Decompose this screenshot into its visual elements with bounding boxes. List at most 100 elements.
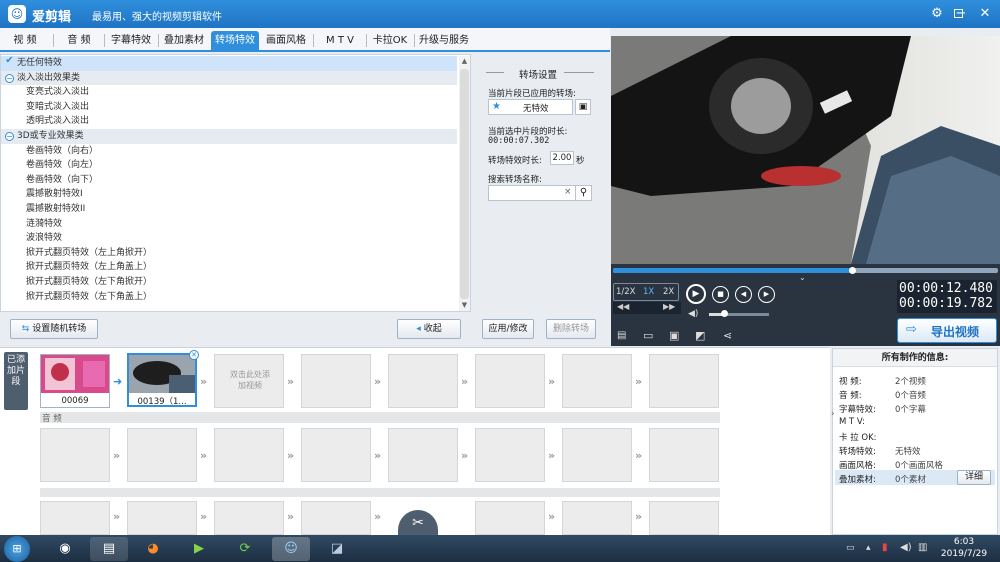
transition-arrow-icon[interactable]: » [200, 376, 212, 388]
search-icon[interactable]: ⚲ [575, 185, 592, 201]
export-video-button[interactable]: ⇨ 导出视频 [897, 318, 997, 343]
list-item[interactable]: 卷画特效（向下） [1, 173, 457, 188]
list-item[interactable]: 掀开式翻页特效（左上角盖上） [1, 260, 457, 275]
delete-transition-button[interactable]: 删除转场 [546, 319, 596, 339]
list-group[interactable]: −3D或专业效果类 [1, 129, 457, 144]
close-icon[interactable]: ✕ [974, 4, 996, 24]
info-key: M T V: [839, 417, 865, 427]
add-video-slot[interactable]: 双击此处添加视频 [214, 354, 284, 408]
settings-icon[interactable]: ⚙ [926, 4, 948, 24]
security-icon[interactable]: ▮ [882, 542, 888, 553]
open-folder-icon[interactable]: ▭ [643, 329, 653, 342]
list-item[interactable]: 变亮式淡入淡出 [1, 85, 457, 100]
tab-video[interactable]: 视 频 [4, 31, 46, 50]
collapse-icon[interactable]: − [5, 132, 14, 141]
random-transition-button[interactable]: ⇆ 设置随机转场 [10, 319, 98, 339]
search-input[interactable] [488, 185, 576, 201]
save-icon[interactable]: ▣ [669, 329, 679, 342]
tab-karaoke[interactable]: 卡拉OK [368, 31, 412, 50]
rewind-icon[interactable]: ◀◀ [617, 302, 629, 311]
transition-arrow-icon[interactable]: ➜ [113, 376, 125, 388]
share-icon[interactable]: ⋖ [723, 329, 732, 342]
info-key: 卡 拉 OK: [839, 433, 877, 443]
empty-slot [649, 354, 719, 408]
fast-forward-icon[interactable]: ▶▶ [663, 302, 675, 311]
tab-audio[interactable]: 音 频 [58, 31, 100, 50]
clip-card-selected[interactable]: 00139（1... ✕ [127, 350, 199, 407]
current-time: 00:00:12.480 [899, 281, 993, 296]
previous-frame-icon[interactable]: ◀ [735, 286, 752, 303]
list-item[interactable]: 卷画特效（向右） [1, 144, 457, 159]
list-item[interactable]: 掀开式翻页特效（左上角掀开） [1, 246, 457, 261]
clip-name: 00069 [61, 396, 89, 406]
start-icon[interactable]: ⊞ [4, 536, 30, 562]
scroll-thumb[interactable] [460, 69, 469, 299]
empty-slot [649, 501, 719, 535]
tab-upgrade[interactable]: 升级与服务 [416, 31, 472, 50]
info-value: 2个视频 [895, 377, 926, 387]
remove-clip-icon[interactable]: ✕ [189, 350, 199, 360]
video-preview[interactable] [611, 36, 1000, 264]
tab-subtitle[interactable]: 字幕特效 [107, 31, 155, 50]
collapse-icon[interactable]: − [5, 73, 14, 83]
progress-knob[interactable] [848, 267, 856, 274]
tray-icon[interactable]: ▭ [846, 543, 855, 553]
stop-icon[interactable]: ■ [712, 286, 729, 303]
transition-arrow-icon: » [374, 375, 382, 388]
scroll-up-icon[interactable]: ▲ [459, 56, 470, 67]
scissors-icon[interactable]: ✂ [398, 510, 438, 536]
speed-half-button[interactable]: 1/2X [616, 287, 636, 297]
media-app-icon[interactable]: ▶ [180, 537, 218, 561]
scroll-down-icon[interactable]: ▼ [459, 300, 470, 311]
list-item[interactable]: 掀开式翻页特效（左下角掀开） [1, 275, 457, 290]
volume-knob[interactable] [721, 310, 728, 317]
clip-card[interactable]: 00069 [40, 354, 110, 408]
tab-transition[interactable]: 转场特效 [211, 31, 259, 50]
expand-left-icon[interactable]: › [831, 409, 835, 419]
settings-heading: 转场设置 [519, 70, 558, 81]
file-explorer-icon[interactable]: ▤ [90, 537, 128, 561]
network-icon[interactable]: ▥ [918, 542, 927, 553]
speed-normal-button[interactable]: 1X [643, 287, 654, 297]
clear-icon[interactable]: × [564, 187, 572, 197]
save-as-icon[interactable]: ◩ [695, 329, 705, 342]
list-item[interactable]: 震撼散射特效II [1, 202, 457, 217]
list-item[interactable]: 透明式淡入淡出 [1, 114, 457, 129]
effect-duration-input[interactable]: 2.00 [550, 151, 574, 165]
collapse-button[interactable]: ◂ 收起 [397, 319, 461, 339]
firefox-icon[interactable]: ◕ [134, 537, 172, 561]
list-item[interactable]: 波浪特效 [1, 231, 457, 246]
volume-icon[interactable]: ◀) [688, 309, 698, 319]
transition-arrow-icon: » [113, 510, 121, 523]
new-project-icon[interactable]: ▤ [617, 330, 626, 341]
list-item[interactable]: 变暗式淡入淡出 [1, 100, 457, 115]
tab-style[interactable]: 画面风格 [262, 31, 310, 50]
tab-mtv[interactable]: M T V [316, 31, 364, 50]
list-scrollbar[interactable]: ▲ ▼ [459, 56, 470, 311]
detail-button[interactable]: 详细 [957, 470, 991, 485]
volume-tray-icon[interactable]: ◀) [900, 542, 912, 553]
refresh-app-icon[interactable]: ⟳ [226, 537, 264, 561]
cube-icon[interactable]: ▣ [575, 99, 591, 115]
next-frame-icon[interactable]: ▶ [758, 286, 775, 303]
list-item[interactable]: 震撼散射特效I [1, 187, 457, 202]
speed-double-button[interactable]: 2X [663, 287, 674, 297]
media-player-icon[interactable]: ◉ [46, 537, 84, 561]
clock-time[interactable]: 6:03 [942, 537, 986, 547]
expand-icon[interactable]: ⌄ [799, 273, 806, 282]
empty-slot [388, 354, 458, 408]
time-display: 00:00:12.480 00:00:19.782 [897, 280, 997, 313]
tray-arrow-icon[interactable]: ▴ [866, 543, 871, 553]
apply-button[interactable]: 应用/修改 [482, 319, 534, 339]
window-app-icon[interactable]: ◪ [318, 537, 356, 561]
list-group[interactable]: − 淡入淡出效果类 [1, 70, 457, 86]
list-item[interactable]: 卷画特效（向左） [1, 158, 457, 173]
list-item-selected[interactable]: ✔ 无任何特效 [1, 56, 457, 71]
play-icon[interactable]: ▶ [686, 284, 706, 304]
clock-date[interactable]: 2019/7/29 [935, 549, 993, 559]
list-item[interactable]: 掀开式翻页特效（左下角盖上） [1, 290, 457, 305]
tab-overlay[interactable]: 叠加素材 [160, 31, 208, 50]
list-item[interactable]: 涟漪特效 [1, 217, 457, 232]
aijianji-taskbar-icon[interactable]: ☺ [272, 537, 310, 561]
export-icon: ⇨ [906, 322, 917, 337]
